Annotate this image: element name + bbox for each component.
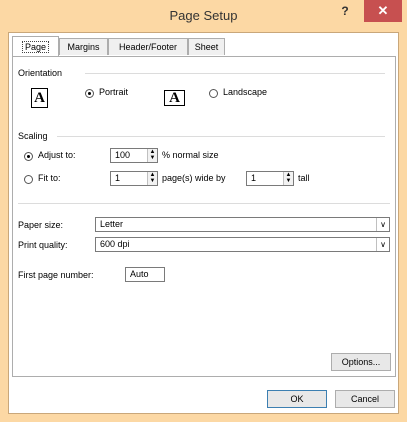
landscape-radio[interactable] xyxy=(209,89,218,98)
portrait-radio[interactable] xyxy=(85,89,94,98)
adjust-suffix: % normal size xyxy=(162,150,219,160)
chevron-down-icon[interactable]: ∨ xyxy=(376,238,389,251)
landscape-label[interactable]: Landscape xyxy=(223,87,267,97)
fit-wide-suffix: page(s) wide by xyxy=(162,173,226,183)
tab-header-footer[interactable]: Header/Footer xyxy=(108,38,188,55)
close-icon[interactable]: ✕ xyxy=(364,0,402,22)
spinner-arrows-icon[interactable]: ▲ ▼ xyxy=(147,172,157,185)
paper-size-label: Paper size: xyxy=(18,220,64,230)
orientation-divider xyxy=(85,73,385,74)
options-button[interactable]: Options... xyxy=(331,353,391,371)
adjust-to-label[interactable]: Adjust to: xyxy=(38,150,76,160)
fit-tall-stepper[interactable]: 1 ▲ ▼ xyxy=(246,171,294,186)
first-page-number-label: First page number: xyxy=(18,270,94,280)
section-separator xyxy=(18,203,390,204)
fit-tall-value: 1 xyxy=(251,173,257,183)
cancel-button[interactable]: Cancel xyxy=(335,390,395,408)
fit-to-label[interactable]: Fit to: xyxy=(38,173,61,183)
print-quality-select[interactable]: 600 dpi ∨ xyxy=(95,237,390,252)
first-page-number-value: Auto xyxy=(130,269,149,279)
adjust-percent-value: 100 xyxy=(115,150,131,160)
adjust-percent-stepper[interactable]: 100 ▲ ▼ xyxy=(110,148,158,163)
portrait-page-icon: A xyxy=(31,88,48,108)
scaling-group-title: Scaling xyxy=(18,131,48,141)
fit-wide-stepper[interactable]: 1 ▲ ▼ xyxy=(110,171,158,186)
print-quality-label: Print quality: xyxy=(18,240,68,250)
page-tab-panel: Orientation A Portrait A Landscape Scali… xyxy=(12,56,396,377)
tab-sheet[interactable]: Sheet xyxy=(188,38,225,55)
fit-to-radio[interactable] xyxy=(24,175,33,184)
orientation-group-title: Orientation xyxy=(18,68,63,78)
fit-tall-suffix: tall xyxy=(298,173,310,183)
ok-button[interactable]: OK xyxy=(267,390,327,408)
paper-size-select[interactable]: Letter ∨ xyxy=(95,217,390,232)
tab-page[interactable]: Page xyxy=(12,36,59,56)
tab-page-label: Page xyxy=(21,41,50,53)
first-page-number-input[interactable]: Auto xyxy=(125,267,165,282)
portrait-label[interactable]: Portrait xyxy=(99,87,128,97)
fit-wide-value: 1 xyxy=(115,173,121,183)
landscape-page-icon: A xyxy=(164,90,185,106)
adjust-to-radio[interactable] xyxy=(24,152,33,161)
scaling-divider xyxy=(57,136,385,137)
print-quality-value: 600 dpi xyxy=(100,239,130,249)
paper-size-value: Letter xyxy=(100,219,124,229)
tab-margins[interactable]: Margins xyxy=(59,38,108,55)
help-icon[interactable]: ? xyxy=(339,4,351,18)
spinner-arrows-icon[interactable]: ▲ ▼ xyxy=(283,172,293,185)
title-bar: Page Setup ? ✕ xyxy=(0,0,407,32)
chevron-down-icon[interactable]: ∨ xyxy=(376,218,389,231)
spinner-arrows-icon[interactable]: ▲ ▼ xyxy=(147,149,157,162)
page-setup-dialog: Page Setup ? ✕ Page Margins Header/Foote… xyxy=(0,0,407,422)
